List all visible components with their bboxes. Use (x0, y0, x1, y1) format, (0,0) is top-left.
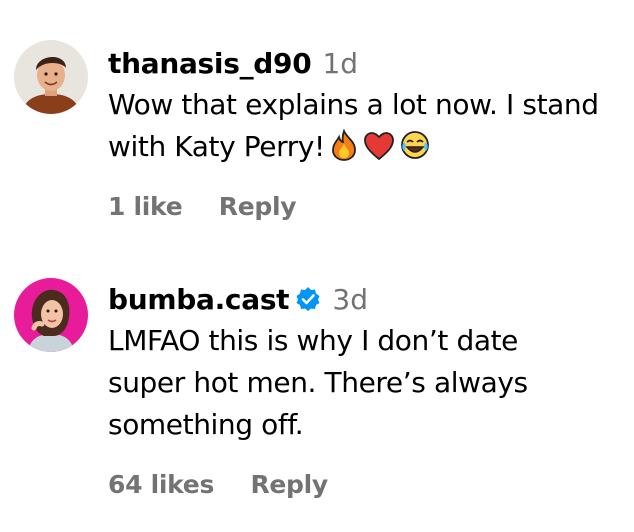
comment-text-line: with Katy Perry! (108, 130, 325, 163)
comment-text-line: something off. (108, 408, 304, 441)
comment-body: bumba.cast 3d LMFAO this is why I don’t … (108, 280, 630, 446)
fire-emoji-icon (329, 128, 359, 173)
avatar[interactable] (14, 40, 88, 114)
likes-count[interactable]: 64 likes (108, 470, 214, 499)
comment-actions: 64 likes Reply (108, 470, 328, 499)
username[interactable]: thanasis_d90 (108, 47, 312, 80)
comment-meta: bumba.cast 3d (108, 280, 630, 320)
comment-text-line: super hot men. There’s always (108, 366, 528, 399)
joy-emoji-icon (399, 129, 431, 173)
username[interactable]: bumba.cast (108, 283, 290, 316)
comment-meta: thanasis_d90 1d (108, 44, 630, 84)
heart-emoji-icon (363, 131, 395, 173)
avatar[interactable] (14, 278, 88, 352)
comment-item: bumba.cast 3d LMFAO this is why I don’t … (0, 260, 634, 532)
reply-button[interactable]: Reply (219, 192, 297, 221)
reply-button[interactable]: Reply (250, 470, 328, 499)
comment-actions: 1 like Reply (108, 192, 297, 221)
comment-item: thanasis_d90 1d Wow that explains a lot … (0, 0, 634, 260)
timestamp[interactable]: 1d (322, 47, 358, 80)
comment-text-line: LMFAO this is why I don’t date (108, 324, 518, 357)
comment-body: thanasis_d90 1d Wow that explains a lot … (108, 44, 630, 173)
comment-text-line: Wow that explains a lot now. I stand (108, 88, 599, 121)
likes-count[interactable]: 1 like (108, 192, 183, 221)
timestamp[interactable]: 3d (332, 283, 368, 316)
comment-text-line-with-emojis: with Katy Perry! (108, 126, 630, 173)
